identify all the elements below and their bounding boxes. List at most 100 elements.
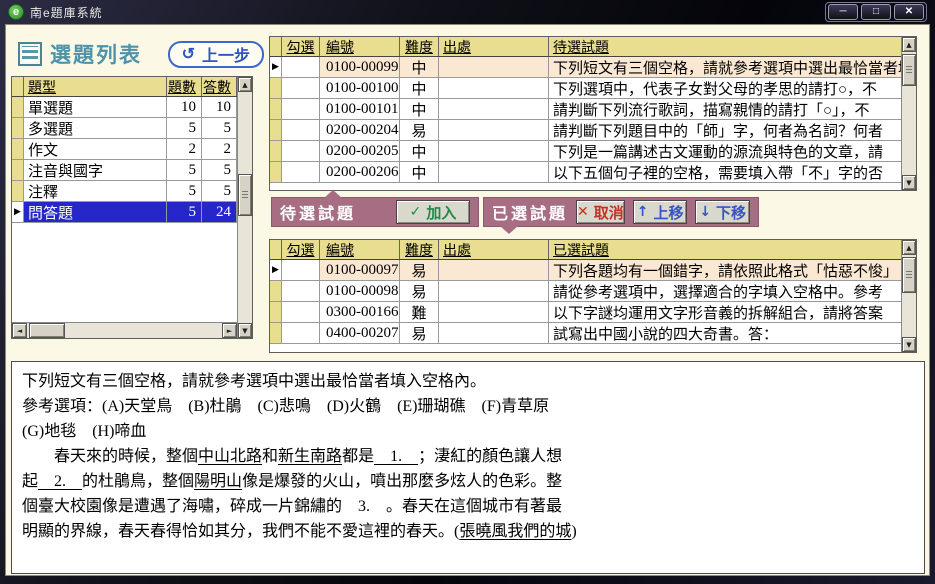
pending-grid-body: ▶ 0100-00099 中 下列短文有三個空格，請就參考選項中選出最恰當者填入… bbox=[270, 57, 901, 183]
back-button[interactable]: ↺ 上一步 bbox=[168, 41, 264, 68]
column-header-question[interactable]: 待選試題 bbox=[549, 37, 901, 56]
column-header-difficulty[interactable]: 難度 bbox=[400, 37, 439, 56]
checkbox-cell[interactable] bbox=[282, 120, 320, 140]
difficulty-cell: 易 bbox=[400, 323, 439, 343]
id-cell: 0300-00166 bbox=[320, 302, 400, 322]
row-selector[interactable]: ▶ bbox=[12, 118, 24, 138]
type-cell: 多選題 bbox=[24, 118, 167, 138]
checkbox-cell[interactable] bbox=[282, 162, 320, 182]
table-row[interactable]: ▶ 0100-00098 易 請從參考選項中，選擇適合的字填入空格中。參考 bbox=[270, 281, 901, 302]
table-row[interactable]: ▶ 0400-00207 易 試寫出中國小說的四大奇書。答： bbox=[270, 323, 901, 344]
scroll-track[interactable] bbox=[238, 92, 252, 323]
table-row[interactable]: ▶ 0200-00205 中 下列是一篇講述古文運動的源流與特色的文章，請 bbox=[270, 141, 901, 162]
column-header-id[interactable]: 編號 bbox=[320, 240, 400, 259]
scroll-left-button[interactable]: ◄ bbox=[12, 323, 27, 338]
table-row[interactable]: ▶ 單選題 10 10 bbox=[12, 97, 237, 118]
cancel-button[interactable]: ✕ 取消 bbox=[576, 200, 625, 224]
question-cell: 下列是一篇講述古文運動的源流與特色的文章，請 bbox=[549, 141, 901, 161]
row-selector[interactable]: ▶ bbox=[270, 323, 282, 343]
current-row-marker-icon: ▶ bbox=[14, 207, 21, 217]
row-selector[interactable]: ▶ bbox=[12, 139, 24, 159]
checkbox-cell[interactable] bbox=[282, 281, 320, 301]
table-row[interactable]: ▶ 0200-00204 易 請判斷下列題目中的「師」字，何者為名詞？何者 bbox=[270, 120, 901, 141]
row-selector[interactable]: ▶ bbox=[270, 260, 282, 280]
row-selector[interactable]: ▶ bbox=[12, 97, 24, 117]
scroll-track[interactable] bbox=[27, 323, 222, 338]
column-header-id[interactable]: 編號 bbox=[320, 37, 400, 56]
back-button-label: 上一步 bbox=[202, 42, 250, 66]
grid-empty-area bbox=[270, 183, 901, 190]
scroll-up-button[interactable]: ▲ bbox=[902, 240, 916, 255]
row-selector[interactable]: ▶ bbox=[270, 162, 282, 182]
chosen-grid-header: 勾選 編號 難度 出處 已選試題 bbox=[270, 240, 901, 260]
checkbox-cell[interactable] bbox=[282, 78, 320, 98]
scroll-up-button[interactable]: ▲ bbox=[902, 37, 916, 52]
scroll-thumb[interactable] bbox=[902, 54, 916, 86]
pending-notch-icon bbox=[324, 190, 342, 198]
column-header-check[interactable]: 勾選 bbox=[282, 37, 320, 56]
scroll-thumb[interactable] bbox=[238, 174, 252, 216]
row-selector[interactable]: ▶ bbox=[270, 302, 282, 322]
checkbox-cell[interactable] bbox=[282, 57, 320, 77]
question-cell: 試寫出中國小說的四大奇書。答： bbox=[549, 323, 901, 343]
column-header-source[interactable]: 出處 bbox=[439, 240, 549, 259]
column-header-answers[interactable]: 答數 bbox=[202, 77, 237, 96]
maximize-button[interactable]: □ bbox=[861, 4, 891, 20]
column-header-type[interactable]: 題型 bbox=[24, 77, 167, 96]
checkbox-cell[interactable] bbox=[282, 99, 320, 119]
row-selector[interactable]: ▶ bbox=[270, 281, 282, 301]
row-selector[interactable]: ▶ bbox=[12, 202, 24, 222]
scroll-thumb[interactable] bbox=[902, 257, 916, 293]
table-row[interactable]: ▶ 注音與國字 5 5 bbox=[12, 160, 237, 181]
column-header-check[interactable]: 勾選 bbox=[282, 240, 320, 259]
row-selector[interactable]: ▶ bbox=[12, 181, 24, 201]
checkbox-cell[interactable] bbox=[282, 323, 320, 343]
row-selector[interactable]: ▶ bbox=[270, 141, 282, 161]
row-selector[interactable]: ▶ bbox=[270, 78, 282, 98]
scrollbar-horizontal[interactable]: ◄ ► bbox=[12, 322, 237, 338]
table-row[interactable]: ▶ 作文 2 2 bbox=[12, 139, 237, 160]
move-up-button[interactable]: ↑ 上移 bbox=[633, 200, 688, 224]
column-header-questions[interactable]: 題數 bbox=[167, 77, 202, 96]
scroll-up-button[interactable]: ▲ bbox=[238, 77, 252, 92]
left-panel-header: 選題列表 ↺ 上一步 bbox=[18, 37, 264, 71]
close-button[interactable]: ✕ bbox=[894, 4, 924, 20]
scroll-down-button[interactable]: ▼ bbox=[902, 175, 916, 190]
row-selector[interactable]: ▶ bbox=[270, 57, 282, 77]
table-row[interactable]: ▶ 0100-00100 中 下列選項中，代表子女對父母的孝思的請打○，不 bbox=[270, 78, 901, 99]
table-row[interactable]: ▶ 0300-00166 難 以下字謎均運用文字形音義的拆解組合，請將答案 bbox=[270, 302, 901, 323]
table-row[interactable]: ▶ 問答題 5 24 bbox=[12, 202, 237, 223]
row-selector[interactable]: ▶ bbox=[270, 99, 282, 119]
row-selector[interactable]: ▶ bbox=[270, 120, 282, 140]
scroll-thumb[interactable] bbox=[29, 323, 65, 338]
checkbox-cell[interactable] bbox=[282, 141, 320, 161]
column-header-source[interactable]: 出處 bbox=[439, 37, 549, 56]
column-header-difficulty[interactable]: 難度 bbox=[400, 240, 439, 259]
id-cell: 0100-00099 bbox=[320, 57, 400, 77]
table-row[interactable]: ▶ 0200-00206 中 以下五個句子裡的空格，需要填入帶「不」字的否 bbox=[270, 162, 901, 183]
table-row[interactable]: ▶ 0100-00101 中 請判斷下列流行歌詞，描寫親情的請打「○」，不 bbox=[270, 99, 901, 120]
selector-header bbox=[270, 240, 282, 259]
question-cell: 以下五個句子裡的空格，需要填入帶「不」字的否 bbox=[549, 162, 901, 182]
scrollbar-vertical[interactable]: ▲ ▼ bbox=[901, 37, 916, 190]
scrollbar-vertical[interactable]: ▲ ▼ bbox=[901, 240, 916, 352]
move-down-button[interactable]: ↓ 下移 bbox=[695, 200, 750, 224]
table-row[interactable]: ▶ 0100-00099 中 下列短文有三個空格，請就參考選項中選出最恰當者填入… bbox=[270, 57, 901, 78]
answers-cell: 5 bbox=[202, 160, 237, 180]
scroll-track[interactable] bbox=[902, 52, 916, 175]
table-row[interactable]: ▶ 0100-00097 易 下列各題均有一個錯字，請依照此格式「怙惡不悛」 bbox=[270, 260, 901, 281]
checkbox-cell[interactable] bbox=[282, 302, 320, 322]
table-row[interactable]: ▶ 多選題 5 5 bbox=[12, 118, 237, 139]
minimize-button[interactable]: ─ bbox=[828, 4, 858, 20]
scrollbar-vertical[interactable]: ▲ ▼ bbox=[237, 77, 252, 338]
answers-cell: 2 bbox=[202, 139, 237, 159]
table-row[interactable]: ▶ 注釋 5 5 bbox=[12, 181, 237, 202]
add-button[interactable]: ✓ 加入 bbox=[396, 200, 470, 224]
column-header-question[interactable]: 已選試題 bbox=[549, 240, 901, 259]
scroll-down-button[interactable]: ▼ bbox=[902, 337, 916, 352]
scroll-down-button[interactable]: ▼ bbox=[238, 323, 252, 338]
scroll-track[interactable] bbox=[902, 255, 916, 337]
row-selector[interactable]: ▶ bbox=[12, 160, 24, 180]
checkbox-cell[interactable] bbox=[282, 260, 320, 280]
scroll-right-button[interactable]: ► bbox=[222, 323, 237, 338]
